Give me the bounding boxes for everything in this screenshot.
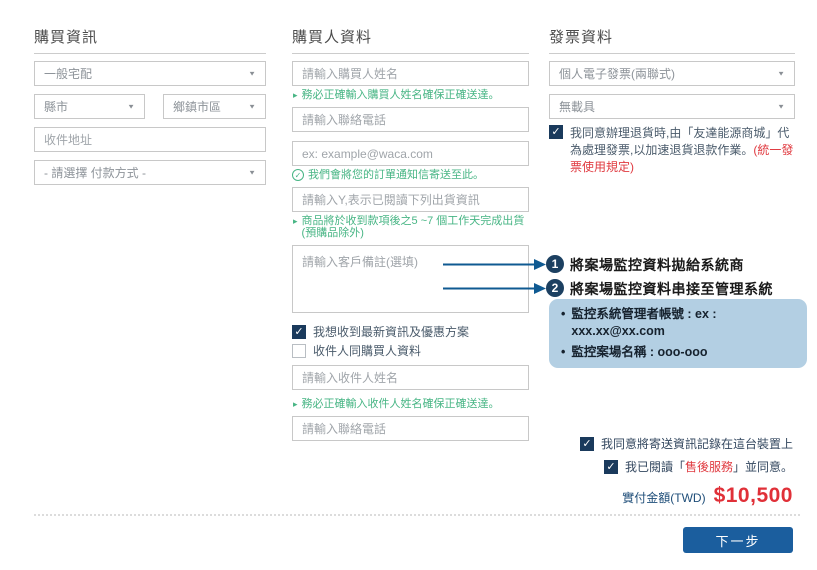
county-value: 縣市	[44, 98, 68, 115]
step-2-badge: 2	[546, 279, 564, 297]
newsletter-label: 我想收到最新資訊及優惠方案	[313, 325, 469, 339]
buyer-name-input[interactable]	[292, 61, 529, 86]
district-select[interactable]: 鄉鎮市區 ▼	[163, 94, 266, 119]
email-hint: ✓ 我們會將您的訂單通知信寄送至此。	[292, 170, 529, 181]
chevron-down-icon: ▼	[777, 70, 785, 77]
same-as-buyer-label: 收件人同購買人資料	[313, 344, 421, 358]
hint-arrow-icon: ▸	[293, 399, 298, 410]
same-as-buyer-row: 收件人同購買人資料	[292, 344, 529, 358]
device-record-checkbox[interactable]	[580, 437, 594, 451]
monitoring-site-bullet: • 監控案場名稱 : ooo-ooo	[561, 344, 795, 361]
district-value: 鄉鎮市區	[173, 98, 221, 115]
step-1-text: 將案場監控資料拋給系統商	[570, 256, 744, 274]
after-sales-service-link[interactable]: 售後服務	[685, 460, 733, 474]
hint-arrow-icon: ▸	[293, 216, 298, 227]
device-record-label: 我同意將寄送資訊記錄在這台裝置上	[601, 437, 793, 451]
chevron-down-icon: ▼	[777, 103, 785, 110]
return-agree-checkbox[interactable]	[549, 125, 563, 139]
chevron-down-icon: ▼	[248, 103, 256, 110]
next-step-button[interactable]: 下一步	[683, 527, 793, 553]
payment-method-select[interactable]: - 請選擇 付款方式 - ▼	[34, 160, 266, 185]
hint-arrow-icon: ▸	[293, 90, 298, 101]
return-agree-row: 我同意辦理退貨時,由「友達能源商城」代為處理發票,以加速退貨退款作業。(統一發票…	[549, 125, 795, 176]
county-select[interactable]: 縣市 ▼	[34, 94, 145, 119]
buyer-email-input[interactable]	[292, 141, 529, 166]
invoice-type-select[interactable]: 個人電子發票(兩聯式) ▼	[549, 61, 795, 86]
payment-method-value: - 請選擇 付款方式 -	[44, 164, 146, 181]
recipient-name-hint: ▸ 務必正確輸入收件人姓名確保正確送達。	[292, 399, 529, 410]
address-input[interactable]	[34, 127, 266, 152]
chevron-down-icon: ▼	[248, 169, 256, 176]
terms-agree-checkbox[interactable]	[604, 460, 618, 474]
invoice-info-section: 發票資料 個人電子發票(兩聯式) ▼ 無載具 ▼ 我同意辦理退貨時,由「友達能源…	[549, 30, 795, 176]
shipping-method-select[interactable]: 一般宅配 ▼	[34, 61, 266, 86]
checkout-page: 購買資訊 一般宅配 ▼ 縣市 ▼ 鄉鎮市區 ▼ - 請選擇 付款方式 - ▼ 購…	[0, 0, 817, 570]
invoice-type-value: 個人電子發票(兩聯式)	[559, 65, 675, 82]
device-record-row: 我同意將寄送資訊記錄在這台裝置上	[580, 437, 793, 451]
invoice-info-title: 發票資料	[549, 30, 795, 54]
customer-note-textarea[interactable]	[292, 245, 529, 313]
total-amount-value: $10,500	[714, 484, 793, 508]
monitoring-account-bullet: • 監控系統管理者帳號 : ex : xxx.xx@xx.com	[561, 306, 795, 340]
carrier-value: 無載具	[559, 98, 595, 115]
arrow-right-icon	[443, 258, 546, 271]
newsletter-row: 我想收到最新資訊及優惠方案	[292, 325, 529, 339]
bullet-icon: •	[561, 344, 565, 361]
buyer-info-section: 購買人資料 ▸ 務必正確輸入購買人姓名確保正確送達。 ✓ 我們會將您的訂單通知信…	[292, 30, 529, 441]
total-amount-row: 實付金額(TWD) $10,500	[622, 484, 793, 508]
chevron-down-icon: ▼	[248, 70, 256, 77]
shipping-time-hint: ▸ 商品將於收到款項後之5 ~7 個工作天完成出貨(預購品除外)	[292, 216, 529, 239]
bullet-icon: •	[561, 306, 565, 323]
chevron-down-icon: ▼	[127, 103, 135, 110]
buyer-phone-input[interactable]	[292, 107, 529, 132]
total-amount-label: 實付金額(TWD)	[622, 489, 705, 506]
monitoring-info-box: • 監控系統管理者帳號 : ex : xxx.xx@xx.com • 監控案場名…	[549, 299, 807, 368]
recipient-name-input[interactable]	[292, 365, 529, 390]
carrier-select[interactable]: 無載具 ▼	[549, 94, 795, 119]
recipient-phone-input[interactable]	[292, 416, 529, 441]
terms-agree-label: 我已閱讀「售後服務」並同意。	[625, 460, 793, 474]
buyer-name-hint: ▸ 務必正確輸入購買人姓名確保正確送達。	[292, 90, 529, 101]
newsletter-checkbox[interactable]	[292, 325, 306, 339]
terms-agree-row: 我已閱讀「售後服務」並同意。	[604, 460, 793, 474]
same-as-buyer-checkbox[interactable]	[292, 344, 306, 358]
purchase-info-title: 購買資訊	[34, 30, 266, 54]
shipping-method-value: 一般宅配	[44, 65, 92, 82]
confirm-read-input[interactable]	[292, 187, 529, 212]
check-circle-icon: ✓	[292, 169, 304, 181]
purchase-info-section: 購買資訊 一般宅配 ▼ 縣市 ▼ 鄉鎮市區 ▼ - 請選擇 付款方式 - ▼	[34, 30, 266, 185]
step-2-text: 將案場監控資料串接至管理系統	[570, 280, 773, 298]
return-agree-label: 我同意辦理退貨時,由「友達能源商城」代為處理發票,以加速退貨退款作業。(統一發票…	[570, 125, 795, 176]
step-1-badge: 1	[546, 255, 564, 273]
arrow-right-icon	[443, 282, 546, 295]
footer-divider	[34, 514, 800, 516]
buyer-info-title: 購買人資料	[292, 30, 529, 54]
